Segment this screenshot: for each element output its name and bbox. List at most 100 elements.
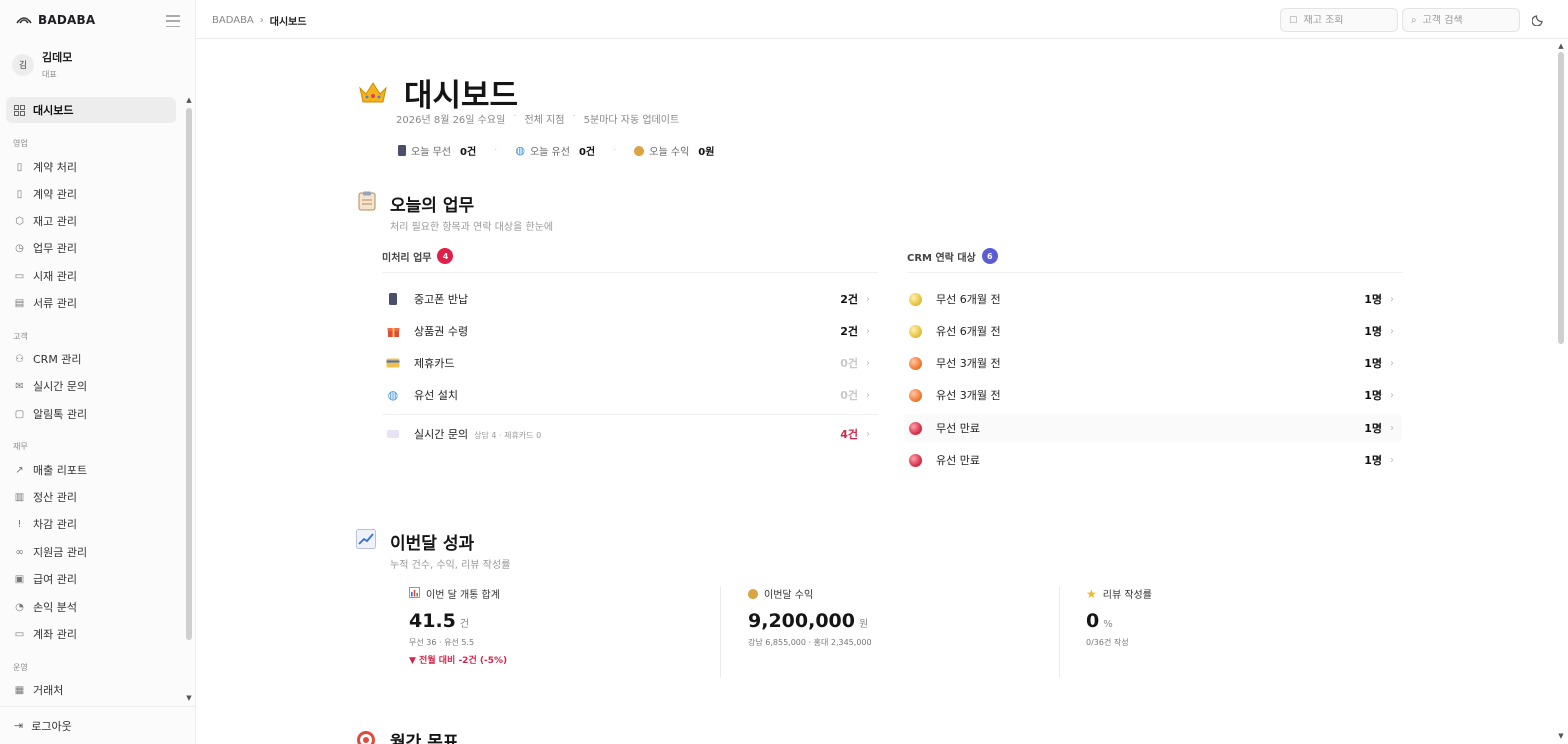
gift-icon [386,324,400,338]
row-value: 1명 [1364,325,1382,338]
crm-header: CRM 연락 대상 6 [907,248,998,264]
crm-row-wireless-expired[interactable]: 무선 만료 1명 › [904,414,1402,442]
inventory-search-input[interactable] [1303,14,1384,26]
sidebar-item-dashboard[interactable]: 대시보드 [6,97,176,123]
sidebar-item-crm[interactable]: ⚇ CRM 관리 [6,346,176,372]
sidebar-item-cash[interactable]: ▭ 시재 관리 [6,263,176,289]
sidebar-item-contract-process[interactable]: ▯ 계약 처리 [6,154,176,180]
sidebar-item-partners[interactable]: ▦ 거래처 [6,677,176,700]
customer-search-input[interactable] [1422,14,1503,26]
kpi-delta: ▼ 전월 대비 -2건 (-5%) [409,656,508,666]
phone-icon: ▯ [16,188,23,200]
current-date: 2026년 8월 26일 수요일 [396,115,506,126]
sidebar-item-alimtalk[interactable]: ▢ 알림톡 관리 [6,401,176,427]
chevron-right-icon: › [866,428,870,440]
kpi-label: 리뷰 작성률 [1102,590,1152,601]
clock-icon: ◷ [15,242,24,254]
sidebar-item-sales-report[interactable]: ↗ 매출 리포트 [6,457,176,483]
moon-icon[interactable] [1532,12,1546,26]
crm-row-wired-3m[interactable]: 유선 3개월 전 1명 › [904,381,1402,409]
sidebar-item-live-inquiry[interactable]: ✉ 실시간 문의 [6,373,176,399]
breadcrumb: BADABA › 대시보드 [212,13,307,28]
user-name: 김데모 [42,51,73,64]
sidebar-item-contract-manage[interactable]: ▯ 계약 관리 [6,181,176,207]
scroll-up-arrow-icon[interactable]: ▲ [186,96,192,104]
sidebar-item-label: 매출 리포트 [33,464,88,477]
link-icon: ∞ [15,546,24,558]
stat-value: 0건 [459,147,477,158]
logout-button[interactable]: ⇥ 로그아웃 [0,706,196,744]
pending-row-affiliate-card[interactable]: 제휴카드 0건 › [382,349,878,377]
menu-collapse-icon[interactable] [166,15,180,27]
scroll-down-arrow-icon[interactable]: ▼ [1558,732,1564,740]
kpi-value: 0 [1086,610,1100,632]
globe-icon: ◍ [387,388,399,402]
chevron-right-icon: › [259,15,264,26]
sidebar-item-settlement[interactable]: ▥ 정산 관리 [6,484,176,510]
chevron-right-icon: › [1390,422,1394,434]
pending-row-used-phone[interactable]: 중고폰 반납 2건 › [382,285,878,313]
cash-icon: ▭ [14,270,25,282]
scrollbar-thumb[interactable] [1558,52,1564,344]
scroll-up-arrow-icon[interactable]: ▲ [1558,42,1564,50]
pending-row-gift-card[interactable]: 상품권 수령 2건 › [382,317,878,345]
chevron-right-icon: › [866,357,870,369]
sidebar-item-pnl[interactable]: ◔ 손익 분석 [6,594,176,620]
kpi-detail: 강남 6,855,000 · 홍대 2,345,000 [748,638,872,647]
bar-chart-icon [409,586,420,601]
pending-count-badge: 4 [437,248,454,264]
pending-header: 미처리 업무 4 [382,248,454,264]
breadcrumb-root[interactable]: BADABA [212,15,254,26]
search-icon: ⌕ [1411,14,1417,26]
pending-row-wired-install[interactable]: ◍ 유선 설치 0건 › [382,381,878,409]
branch-scope[interactable]: 전체 지점 [524,111,564,126]
stat-value: 0건 [578,147,596,158]
row-label: 중고폰 반납 [414,293,469,306]
crm-row-wired-6m[interactable]: 유선 6개월 전 1명 › [904,317,1402,345]
pie-icon: ◔ [15,601,24,613]
alert-icon: ! [17,518,22,530]
crm-row-wireless-3m[interactable]: 무선 3개월 전 1명 › [904,349,1402,377]
orange-dot-icon [908,356,922,370]
chevron-right-icon: › [866,389,870,401]
logout-label: 로그아웃 [31,719,72,733]
stat-label: 오늘 유선 [529,147,570,158]
box-icon: ⬡ [15,215,24,227]
user-role: 대표 [42,70,57,79]
customer-search[interactable]: ⌕ [1402,8,1520,32]
sidebar-item-payroll[interactable]: ▣ 급여 관리 [6,566,176,592]
sidebar-item-tasks[interactable]: ◷ 업무 관리 [6,235,176,261]
user-profile[interactable]: 김 김데모 대표 [12,49,72,80]
inventory-search[interactable]: ▢ [1280,8,1398,32]
sidebar-item-accounts[interactable]: ▭ 계좌 관리 [6,621,176,647]
chevron-right-icon: › [1390,325,1394,337]
month-section-subtitle: 누적 건수, 수익, 리뷰 작성률 [390,560,511,571]
kpi-label: 이번 달 개통 합계 [426,590,500,601]
pending-row-live-inquiry[interactable]: 실시간 문의 상담 4 · 제휴카드 0 4건 › [382,420,878,448]
page-title: 대시보드 [404,78,519,114]
row-sublabel: 상담 4 · 제휴카드 0 [474,431,542,440]
trend-icon: ↗ [15,464,24,476]
money-bag-icon [634,145,645,156]
sidebar-item-deduction[interactable]: ! 차감 관리 [6,511,176,537]
row-label: 유선 만료 [936,454,980,467]
row-label: 유선 3개월 전 [936,389,1001,402]
main-scrollbar[interactable]: ▲ ▼ [1556,40,1566,744]
sidebar-item-inventory[interactable]: ⬡ 재고 관리 [6,208,176,234]
sidebar-item-label: 거래처 [33,684,64,697]
crm-row-wired-expired[interactable]: 유선 만료 1명 › [904,446,1402,474]
sidebar-item-subsidy[interactable]: ∞ 지원금 관리 [6,539,176,565]
row-value: 4건 [840,428,858,441]
topbar: BADABA › 대시보드 ▢ ⌕ [196,0,1568,39]
sidebar-item-label: 업무 관리 [33,242,77,255]
row-value: 1명 [1364,293,1382,306]
sidebar-item-documents[interactable]: ▤ 서류 관리 [6,290,176,316]
crm-row-wireless-6m[interactable]: 무선 6개월 전 1명 › [904,285,1402,313]
sidebar-scrollbar[interactable]: ▲ ▼ [186,96,192,702]
scroll-down-arrow-icon[interactable]: ▼ [186,694,192,702]
row-label: 실시간 문의 [414,428,469,441]
scrollbar-thumb[interactable] [186,108,192,640]
chevron-right-icon: › [866,293,870,305]
brand[interactable]: BADABA [16,13,95,27]
row-label: 무선 만료 [936,422,980,435]
